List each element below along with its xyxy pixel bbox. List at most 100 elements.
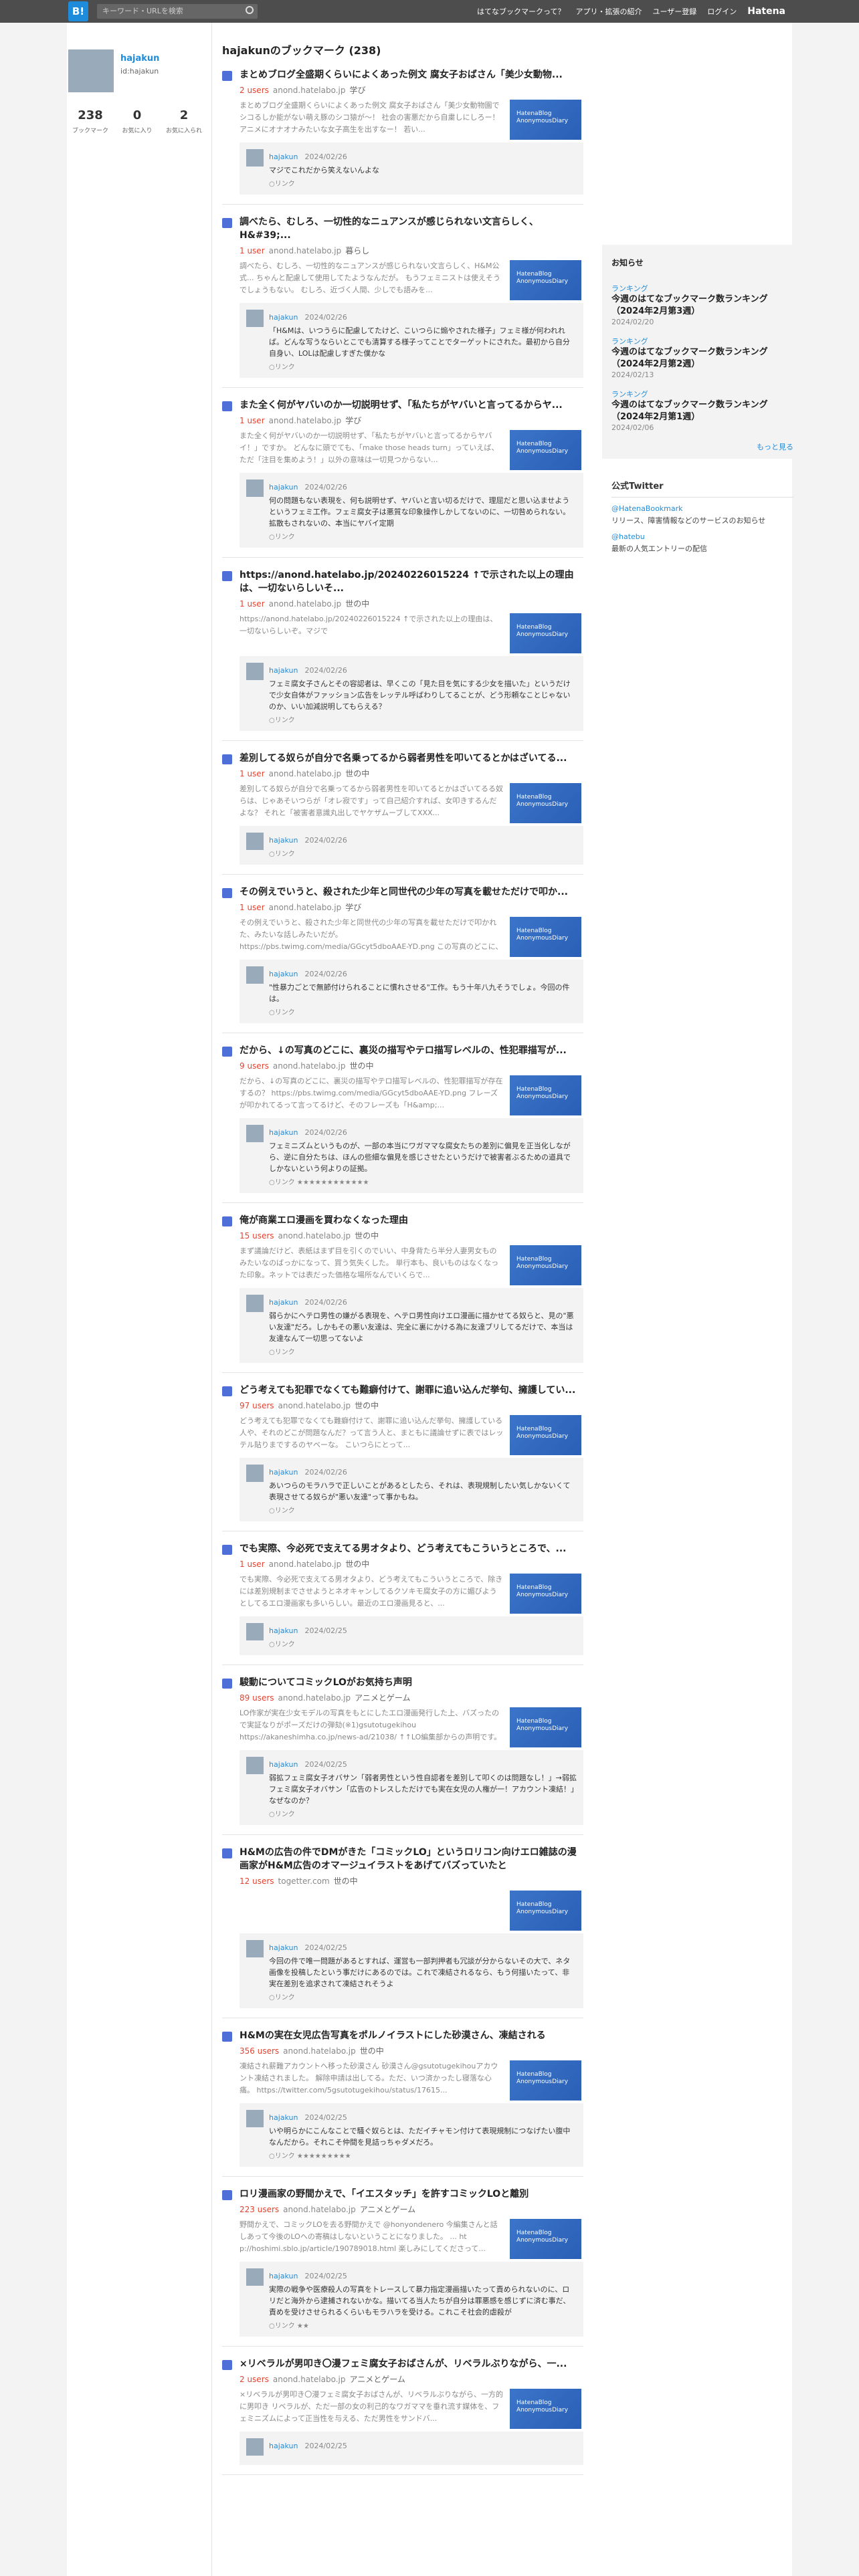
entry-users[interactable]: 1 user	[240, 416, 265, 425]
entry-title[interactable]: でも実際、今必死で支えてる男オタより、どう考えてもこういうところで、...	[240, 1542, 583, 1555]
entry-category[interactable]: 世の中	[355, 1401, 379, 1410]
entry-thumbnail[interactable]: HatenaBlog AnonymousDiary	[510, 2389, 581, 2429]
comment-link-stars[interactable]: ○リンク	[269, 1505, 577, 1515]
comment-avatar[interactable]	[246, 2438, 264, 2456]
entry-domain[interactable]: anond.hatelabo.jp	[278, 1401, 351, 1410]
entry-category[interactable]: アニメとゲーム	[349, 2375, 405, 2384]
entry-thumbnail[interactable]: HatenaBlog AnonymousDiary	[510, 783, 581, 823]
comment-link-stars[interactable]: ○リンク	[269, 1006, 577, 1016]
comment-user[interactable]: hajakun	[269, 1298, 298, 1307]
entry-category[interactable]: 世の中	[349, 1061, 373, 1071]
comment-user[interactable]: hajakun	[269, 970, 298, 978]
twitter-link[interactable]: @HatenaBookmark	[611, 504, 793, 513]
entry-domain[interactable]: anond.hatelabo.jp	[283, 2046, 356, 2056]
comment-date[interactable]: 2024/02/25	[304, 1760, 347, 1769]
entry-thumbnail[interactable]: HatenaBlog AnonymousDiary	[510, 917, 581, 957]
entry-category[interactable]: 学び	[349, 86, 365, 95]
comment-date[interactable]: 2024/02/25	[304, 2272, 347, 2280]
comment-link-stars[interactable]: ○リンク ★★★★★★★★★	[269, 2150, 577, 2160]
entry-users[interactable]: 1 user	[240, 769, 265, 778]
comment-user[interactable]: hajakun	[269, 2442, 298, 2450]
entry-thumbnail[interactable]: HatenaBlog AnonymousDiary	[510, 1707, 581, 1747]
stat-bookmarks[interactable]: 238 ブックマーク	[67, 108, 114, 135]
entry-domain[interactable]: anond.hatelabo.jp	[278, 1693, 351, 1703]
entry-title[interactable]: ×リベラルが男叩き〇漫フェミ腐女子おばさんが、リベラルぶりながら、一...	[240, 2357, 583, 2371]
nav-apps[interactable]: アプリ・拡張の紹介	[570, 6, 647, 17]
entry-users[interactable]: 12 users	[240, 1876, 274, 1886]
more-link[interactable]: もっと見る	[611, 441, 793, 452]
stat-favorites[interactable]: 0 お気に入り	[114, 108, 161, 135]
comment-link-stars[interactable]: ○リンク	[269, 1346, 577, 1356]
comment-link-stars[interactable]: ○リンク	[269, 848, 577, 858]
comment-date[interactable]: 2024/02/26	[304, 313, 347, 322]
entry-domain[interactable]: anond.hatelabo.jp	[269, 599, 342, 609]
comment-avatar[interactable]	[246, 966, 264, 984]
comment-date[interactable]: 2024/02/26	[304, 836, 347, 845]
entry-users[interactable]: 1 user	[240, 1560, 265, 1569]
entry-title[interactable]: 俺が商業エロ漫画を買わなくなった理由	[240, 1214, 583, 1227]
entry-domain[interactable]: anond.hatelabo.jp	[269, 769, 342, 778]
notice-item[interactable]: ランキング 今週のはてなブックマーク数ランキング（2024年2月第1週） 2024/…	[611, 389, 793, 432]
comment-user[interactable]: hajakun	[269, 313, 298, 322]
entry-title[interactable]: 差別してる奴らが自分で名乗ってるから弱者男性を叩いてるとかはざいてる...	[240, 752, 583, 765]
hatena-bookmark-logo[interactable]: B!	[68, 1, 88, 21]
entry-thumbnail[interactable]: HatenaBlog AnonymousDiary	[510, 1075, 581, 1115]
nav-register[interactable]: ユーザー登録	[647, 6, 702, 17]
entry-users[interactable]: 1 user	[240, 903, 265, 912]
twitter-link[interactable]: @hatebu	[611, 532, 793, 541]
entry-users[interactable]: 223 users	[240, 2205, 279, 2214]
entry-thumbnail[interactable]: HatenaBlog AnonymousDiary	[510, 430, 581, 470]
entry-domain[interactable]: anond.hatelabo.jp	[273, 86, 346, 95]
entry-domain[interactable]: anond.hatelabo.jp	[273, 1061, 346, 1071]
entry-category[interactable]: 学び	[345, 416, 361, 425]
entry-domain[interactable]: togetter.com	[278, 1876, 330, 1886]
comment-date[interactable]: 2024/02/25	[304, 1626, 347, 1635]
comment-user[interactable]: hajakun	[269, 152, 298, 161]
entry-thumbnail[interactable]: HatenaBlog AnonymousDiary	[510, 260, 581, 300]
entry-title[interactable]: H&Mの実在女児広告写真をポルノイラストにした砂漠さん、凍結される	[240, 2029, 583, 2042]
search-icon[interactable]	[246, 6, 254, 14]
entry-domain[interactable]: anond.hatelabo.jp	[269, 416, 342, 425]
comment-link-stars[interactable]: ○リンク ★★	[269, 2320, 577, 2330]
comment-avatar[interactable]	[246, 479, 264, 497]
entry-category[interactable]: 世の中	[345, 1560, 369, 1569]
comment-avatar[interactable]	[246, 1757, 264, 1774]
entry-users[interactable]: 97 users	[240, 1401, 274, 1410]
comment-date[interactable]: 2024/02/26	[304, 1128, 347, 1137]
entry-domain[interactable]: anond.hatelabo.jp	[269, 1560, 342, 1569]
entry-domain[interactable]: anond.hatelabo.jp	[283, 2205, 356, 2214]
entry-thumbnail[interactable]: HatenaBlog AnonymousDiary	[510, 100, 581, 140]
comment-user[interactable]: hajakun	[269, 1128, 298, 1137]
hatena-brand[interactable]: Hatena	[742, 6, 791, 17]
entry-users[interactable]: 1 user	[240, 246, 265, 255]
entry-title[interactable]: https://anond.hatelabo.jp/20240226015224…	[240, 568, 583, 595]
comment-date[interactable]: 2024/02/26	[304, 1468, 347, 1477]
entry-title[interactable]: 調べたら、むしろ、一切性的なニュアンスが感じられない文言らしく、H&#39;..…	[240, 215, 583, 242]
entry-title[interactable]: どう考えても犯罪でなくても難癖付けて、謝罪に追い込んだ挙句、擁護してい...	[240, 1384, 583, 1397]
comment-date[interactable]: 2024/02/25	[304, 2113, 347, 2122]
profile-name[interactable]: hajakun	[120, 53, 159, 64]
comment-avatar[interactable]	[246, 2268, 264, 2286]
entry-category[interactable]: 世の中	[355, 1231, 379, 1241]
comment-link-stars[interactable]: ○リンク	[269, 531, 577, 541]
stat-favorited[interactable]: 2 お気に入られ	[161, 108, 207, 135]
entry-title[interactable]: 駿動についてコミックLOがお気持ち声明	[240, 1676, 583, 1689]
comment-date[interactable]: 2024/02/25	[304, 2442, 347, 2450]
entry-users[interactable]: 2 users	[240, 86, 269, 95]
entry-domain[interactable]: anond.hatelabo.jp	[278, 1231, 351, 1241]
entry-category[interactable]: 学び	[345, 903, 361, 912]
entry-users[interactable]: 15 users	[240, 1231, 274, 1241]
entry-title[interactable]: だから、↓の写真のどこに、裏災の描写やテロ描写レベルの、性犯罪描写が...	[240, 1044, 583, 1057]
comment-avatar[interactable]	[246, 2110, 264, 2127]
entry-category[interactable]: 世の中	[345, 599, 369, 609]
comment-date[interactable]: 2024/02/26	[304, 1298, 347, 1307]
entry-category[interactable]: 暮らし	[345, 246, 369, 255]
entry-users[interactable]: 2 users	[240, 2375, 269, 2384]
comment-avatar[interactable]	[246, 149, 264, 167]
entry-domain[interactable]: anond.hatelabo.jp	[269, 903, 342, 912]
comment-date[interactable]: 2024/02/26	[304, 152, 347, 161]
comment-link-stars[interactable]: ○リンク	[269, 361, 577, 371]
entry-category[interactable]: 世の中	[334, 1876, 358, 1886]
entry-users[interactable]: 1 user	[240, 599, 265, 609]
entry-category[interactable]: アニメとゲーム	[360, 2205, 415, 2214]
